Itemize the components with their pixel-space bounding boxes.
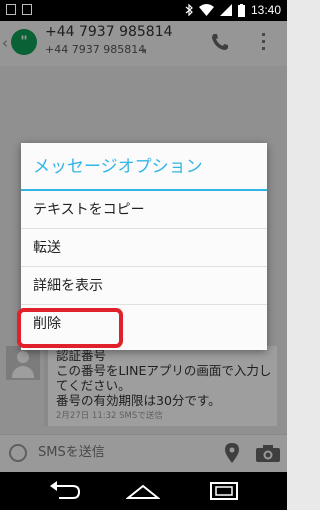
clock: 13:40	[250, 3, 281, 17]
notification-icon	[6, 4, 16, 15]
back-icon[interactable]	[47, 480, 81, 502]
navigation-bar	[0, 472, 287, 510]
menu-item-copy-text[interactable]: テキストをコピー	[21, 191, 267, 229]
signal-icon	[219, 4, 232, 16]
menu-item-view-details[interactable]: 詳細を表示	[21, 267, 267, 305]
bluetooth-icon	[185, 4, 193, 16]
recent-apps-icon[interactable]	[207, 480, 241, 502]
status-bar: 13:40	[0, 0, 287, 21]
delete-highlight-box	[17, 308, 123, 348]
menu-item-forward[interactable]: 転送	[21, 229, 267, 267]
home-icon[interactable]	[126, 480, 160, 502]
battery-icon	[237, 3, 245, 17]
notification-icon	[22, 4, 32, 15]
wifi-icon	[198, 4, 214, 16]
dialog-title: メッセージオプション	[21, 143, 267, 191]
